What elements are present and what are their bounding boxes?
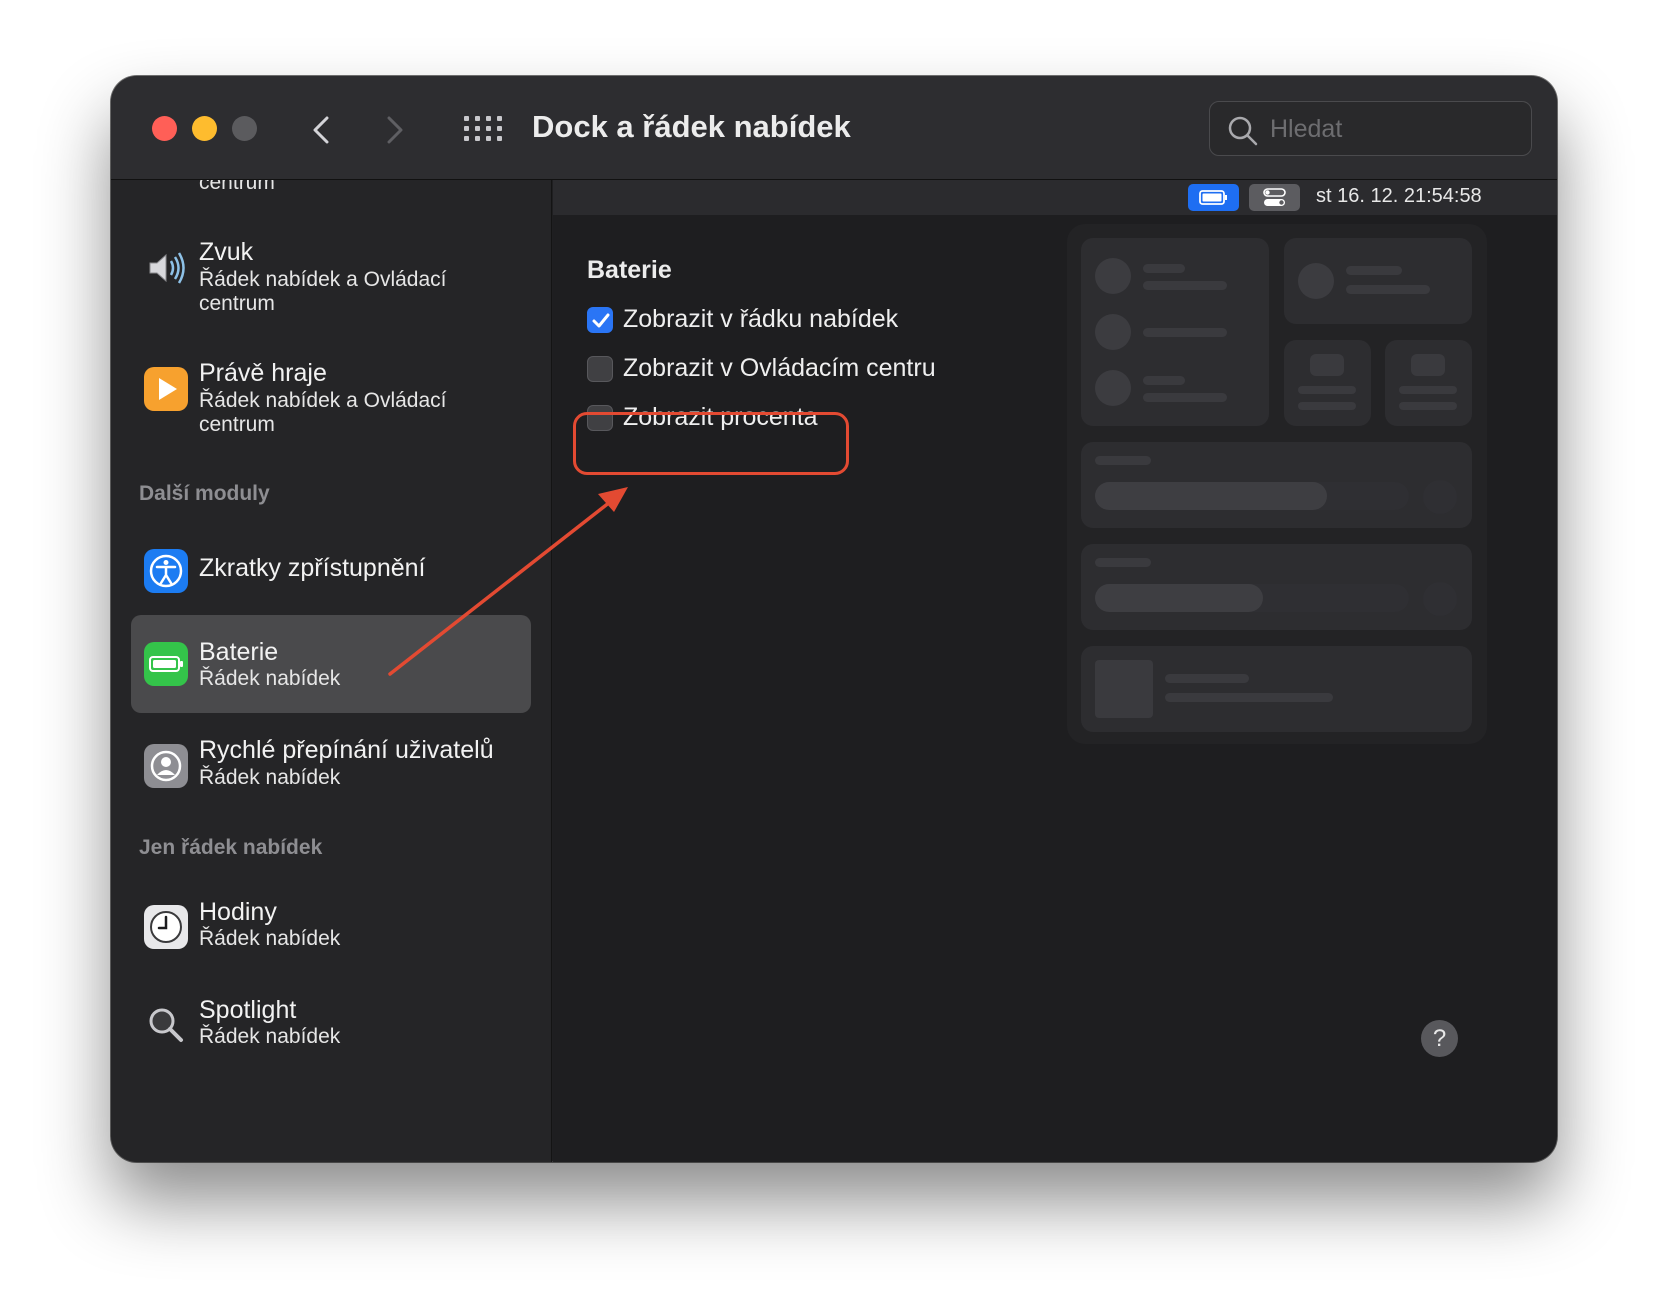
- chevron-left-icon: [313, 116, 329, 144]
- sidebar-item-subtitle: Řádek nabídek: [199, 1025, 341, 1048]
- speaker-icon: [144, 246, 188, 290]
- preview-tile: [1081, 544, 1472, 630]
- control-center-icon: [1249, 184, 1300, 211]
- sidebar-item-title: Zvuk: [199, 238, 254, 266]
- title-bar: Dock a řádek nabídek: [111, 76, 1557, 180]
- sidebar-item-title: Spotlight: [199, 996, 297, 1024]
- sidebar-item-fast-user-switching[interactable]: Rychlé přepínání uživatelů Řádek nabídek: [131, 724, 531, 810]
- sidebar-item-subtitle: Řádek nabídek: [199, 766, 341, 789]
- preview-tile: [1284, 238, 1472, 324]
- search-input[interactable]: [1270, 112, 1510, 146]
- zoom-window-button[interactable]: [232, 116, 257, 141]
- preview-tile: [1081, 442, 1472, 528]
- section-header-other-modules: Další moduly: [139, 482, 270, 505]
- chevron-right-icon: [387, 116, 403, 144]
- preview-tile: [1081, 238, 1269, 426]
- sidebar-item-title: Hodiny: [199, 898, 277, 926]
- control-center-preview: [1067, 224, 1487, 744]
- accessibility-icon: [144, 549, 188, 593]
- annotation-highlight-box: [573, 412, 849, 475]
- preview-tile: [1081, 646, 1472, 732]
- checkbox-label: Zobrazit v Ovládacím centru: [623, 354, 936, 382]
- clock-icon: [144, 905, 188, 949]
- user-icon: [144, 744, 188, 788]
- sidebar-item-sound[interactable]: Zvuk Řádek nabídek a Ovládací centrum: [131, 230, 531, 326]
- sidebar-item-subtitle: Řádek nabídek a Ovládací centrum: [199, 389, 447, 436]
- sidebar-item-clock[interactable]: Hodiny Řádek nabídek: [131, 885, 531, 969]
- help-button[interactable]: ?: [1421, 1020, 1458, 1057]
- sidebar-item-battery[interactable]: Baterie Řádek nabídek: [131, 615, 531, 713]
- main-pane: st 16. 12. 21:54:58 Baterie Zobrazit v ř…: [553, 180, 1557, 1162]
- forward-button[interactable]: [375, 112, 411, 148]
- back-button[interactable]: [305, 112, 341, 148]
- preview-tile: [1284, 340, 1371, 426]
- checkbox-unchecked[interactable]: [587, 356, 613, 382]
- sidebar-item-spotlight[interactable]: Spotlight Řádek nabídek: [131, 983, 531, 1067]
- sidebar-item-accessibility-shortcuts[interactable]: Zkratky zpřístupnění: [131, 531, 531, 611]
- system-preferences-window: Dock a řádek nabídek centrum Zvuk Řád: [111, 76, 1557, 1162]
- menubar-clock: st 16. 12. 21:54:58: [1316, 185, 1482, 207]
- search-field[interactable]: [1209, 101, 1532, 156]
- battery-icon: [144, 642, 188, 686]
- sidebar-item-subtitle: Řádek nabídek a Ovládací centrum: [199, 268, 447, 315]
- sidebar: centrum Zvuk Řádek nabídek a Ovládací ce…: [111, 180, 552, 1162]
- checkbox-label: Zobrazit v řádku nabídek: [623, 305, 899, 333]
- sidebar-item-now-playing[interactable]: Právě hraje Řádek nabídek a Ovládací cen…: [131, 351, 531, 447]
- window-title: Dock a řádek nabídek: [532, 109, 851, 144]
- show-all-grid-icon[interactable]: [464, 116, 502, 142]
- section-header-menubar-only: Jen řádek nabídek: [139, 836, 323, 859]
- battery-section-title: Baterie: [587, 256, 672, 284]
- sidebar-partial-label: centrum: [199, 180, 275, 194]
- sidebar-item-title: Baterie: [199, 638, 279, 666]
- play-icon: [144, 367, 188, 411]
- show-in-control-center-checkbox[interactable]: Zobrazit v Ovládacím centru: [587, 354, 957, 384]
- sidebar-item-title: Rychlé přepínání uživatelů: [199, 736, 494, 764]
- preview-tile: [1385, 340, 1472, 426]
- sidebar-item-title: Zkratky zpřístupnění: [199, 554, 426, 582]
- sidebar-item-subtitle: Řádek nabídek: [199, 667, 341, 690]
- checkbox-checked[interactable]: [587, 307, 613, 333]
- checkmark-icon: [592, 313, 610, 328]
- show-in-menubar-checkbox[interactable]: Zobrazit v řádku nabídek: [587, 305, 917, 335]
- menubar-preview: st 16. 12. 21:54:58: [553, 180, 1557, 215]
- menubar-battery-icon: [1188, 184, 1239, 211]
- spotlight-icon: [144, 1003, 188, 1047]
- minimize-window-button[interactable]: [192, 116, 217, 141]
- sidebar-item-title: Právě hraje: [199, 359, 327, 387]
- close-window-button[interactable]: [152, 116, 177, 141]
- sidebar-item-subtitle: Řádek nabídek: [199, 927, 341, 950]
- search-icon: [1228, 116, 1258, 146]
